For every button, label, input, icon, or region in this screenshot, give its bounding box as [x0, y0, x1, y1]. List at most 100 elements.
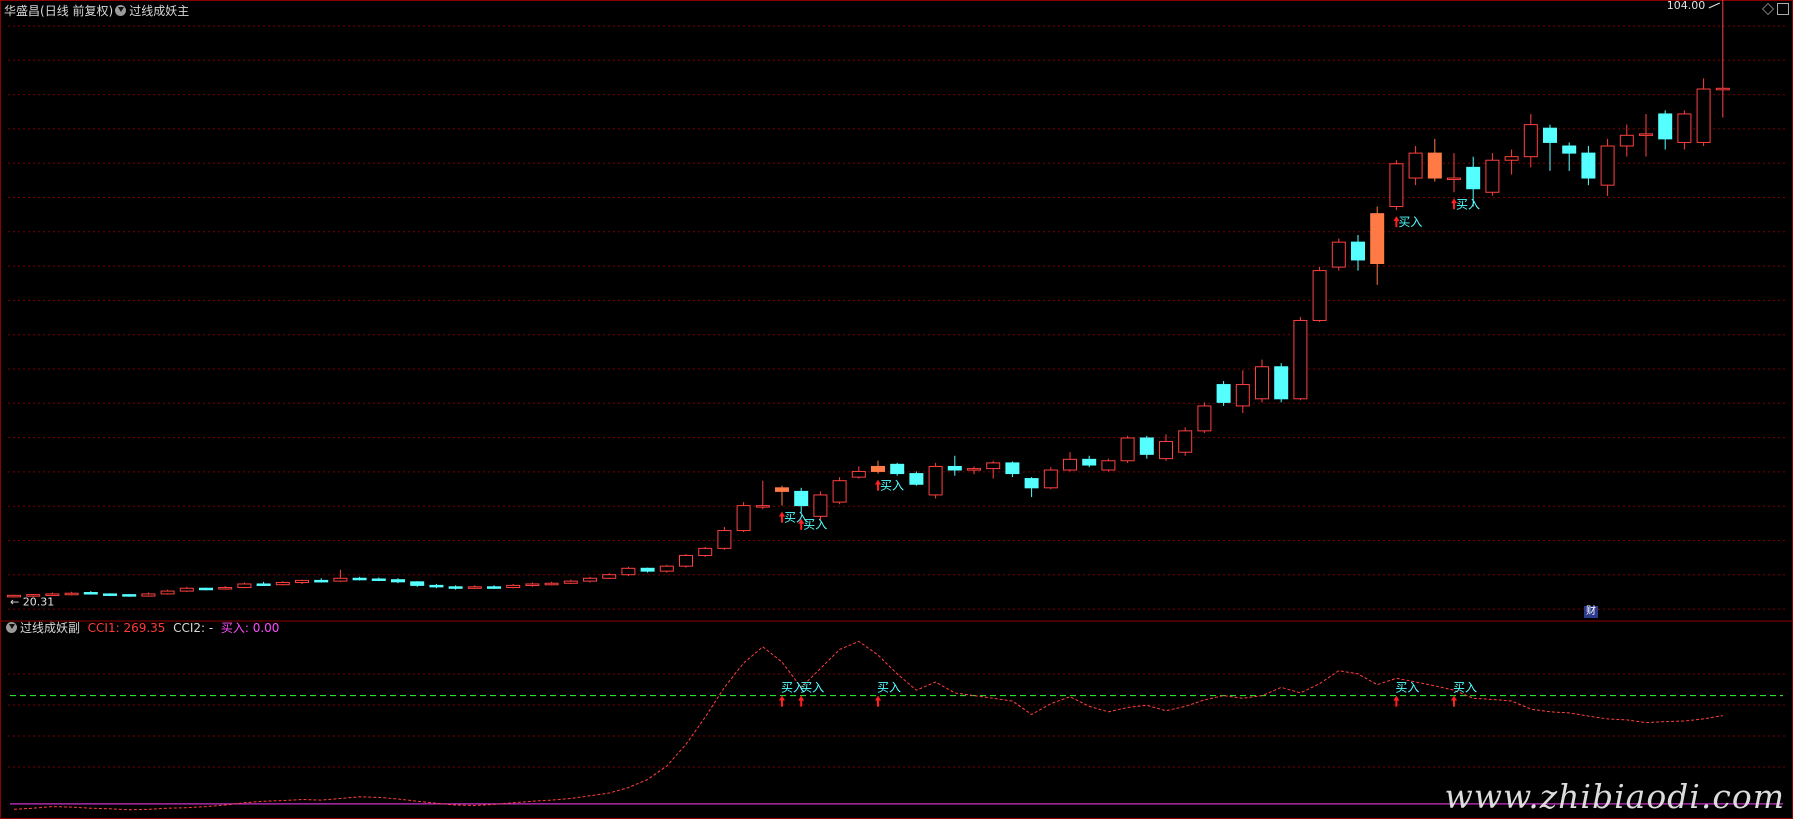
- buy-signal-marker: 买入: [1393, 681, 1419, 707]
- candle-body: [1696, 88, 1711, 143]
- candle-body: [1159, 441, 1173, 460]
- candle: [1159, 434, 1173, 461]
- buy-label: 买入: [880, 479, 904, 493]
- candle-body: [1351, 241, 1365, 261]
- chart-canvas: 买入买入买入买入买入 买入买入 买入 买入 买入 104.00← 20.31: [0, 0, 1793, 819]
- candle-body: [1082, 458, 1097, 466]
- high-pointer-line: [1708, 2, 1721, 9]
- candle-body: [179, 587, 194, 592]
- candle-body: [1043, 469, 1058, 489]
- candle-body: [1197, 405, 1212, 432]
- candle: [890, 462, 905, 476]
- candle-body: [1523, 124, 1538, 158]
- candle: [237, 582, 252, 589]
- candle: [391, 578, 405, 584]
- candle: [1447, 153, 1461, 193]
- buy-signal-marker: 买入: [1451, 681, 1477, 707]
- candle: [679, 554, 693, 568]
- candle: [544, 581, 559, 586]
- candle-body: [352, 577, 367, 581]
- candle: [352, 576, 367, 581]
- candle-body: [890, 463, 905, 475]
- candle: [256, 581, 271, 586]
- candle: [1005, 461, 1020, 478]
- candle-body: [1619, 134, 1634, 147]
- candle: [1063, 452, 1077, 472]
- candle: [1101, 458, 1116, 472]
- candle-body: [698, 547, 713, 556]
- candle: [371, 577, 386, 582]
- candle: [832, 477, 847, 505]
- candle-body: [122, 594, 137, 597]
- candle: [1235, 370, 1250, 414]
- dropdown-icon[interactable]: [6, 622, 17, 633]
- candle: [736, 502, 751, 532]
- candle: [199, 587, 213, 591]
- candle: [122, 593, 137, 597]
- candle-body: [448, 586, 463, 589]
- candle: [1696, 78, 1711, 146]
- candle-body: [1427, 152, 1442, 179]
- candle-body: [1600, 145, 1615, 186]
- buy-label: 买入: [1456, 197, 1480, 211]
- candle: [275, 581, 290, 586]
- candle: [1274, 363, 1289, 403]
- candle-body: [928, 465, 943, 496]
- candle-body: [1485, 159, 1500, 193]
- candle: [1677, 110, 1692, 150]
- candle: [1562, 142, 1577, 171]
- candle: [851, 466, 866, 479]
- dropdown-icon[interactable]: [115, 5, 127, 16]
- window-toggle-icon[interactable]: [1777, 3, 1789, 15]
- candle-body: [1005, 462, 1020, 475]
- period-label: (日线 前复权): [40, 4, 114, 18]
- main-indicator-name[interactable]: 过线成妖主: [129, 4, 189, 18]
- candle-body: [1216, 384, 1231, 403]
- candle: [1351, 235, 1365, 271]
- candle: [909, 471, 924, 486]
- candle-body: [1466, 166, 1481, 190]
- candle-body: [986, 462, 1001, 470]
- candle: [1293, 316, 1308, 401]
- sub-indicator-name[interactable]: 过线成妖副: [20, 621, 80, 635]
- candle-body: [1543, 127, 1557, 143]
- main-candlestick-panel[interactable]: 买入买入买入买入买入: [7, 0, 1730, 598]
- candle: [1504, 149, 1519, 175]
- candle-body: [141, 593, 156, 597]
- buy-label: 买入: [1395, 681, 1419, 695]
- candle: [1178, 427, 1193, 456]
- candle-body: [717, 530, 732, 549]
- candle-body: [1331, 241, 1346, 268]
- candle-body: [659, 565, 674, 572]
- candle-body: [794, 490, 809, 507]
- candle: [1139, 435, 1154, 459]
- candle-body: [1063, 458, 1077, 471]
- buy-signal-marker: 买入: [798, 681, 824, 707]
- candle: [141, 592, 156, 597]
- candle-body: [640, 567, 655, 572]
- stock-name[interactable]: 华盛昌: [4, 4, 40, 18]
- candle-body: [1024, 478, 1039, 489]
- candle: [659, 564, 674, 573]
- candle: [775, 485, 789, 506]
- candle-body: [1101, 460, 1116, 471]
- finance-badge[interactable]: 财: [1584, 606, 1598, 618]
- candle: [755, 480, 770, 510]
- candle-body: [1255, 366, 1269, 400]
- cci1-value: CCI1: 269.35: [87, 621, 166, 635]
- candle: [1024, 477, 1039, 498]
- candle: [986, 460, 1001, 479]
- candle: [410, 581, 425, 587]
- candle: [1619, 124, 1634, 157]
- cci2-value: CCI2: -: [173, 621, 214, 635]
- candle-body: [391, 579, 405, 583]
- buy-arrow-icon: [875, 695, 881, 707]
- candle: [871, 460, 885, 474]
- candle-body: [967, 468, 981, 471]
- candle: [160, 589, 175, 595]
- buy-arrow-icon: [1451, 695, 1457, 707]
- watermark-text: www.zhibiaodi.com: [1444, 777, 1785, 816]
- candle: [1331, 238, 1346, 271]
- buy-value: 买入: 0.00: [220, 621, 280, 635]
- candle: [506, 583, 521, 589]
